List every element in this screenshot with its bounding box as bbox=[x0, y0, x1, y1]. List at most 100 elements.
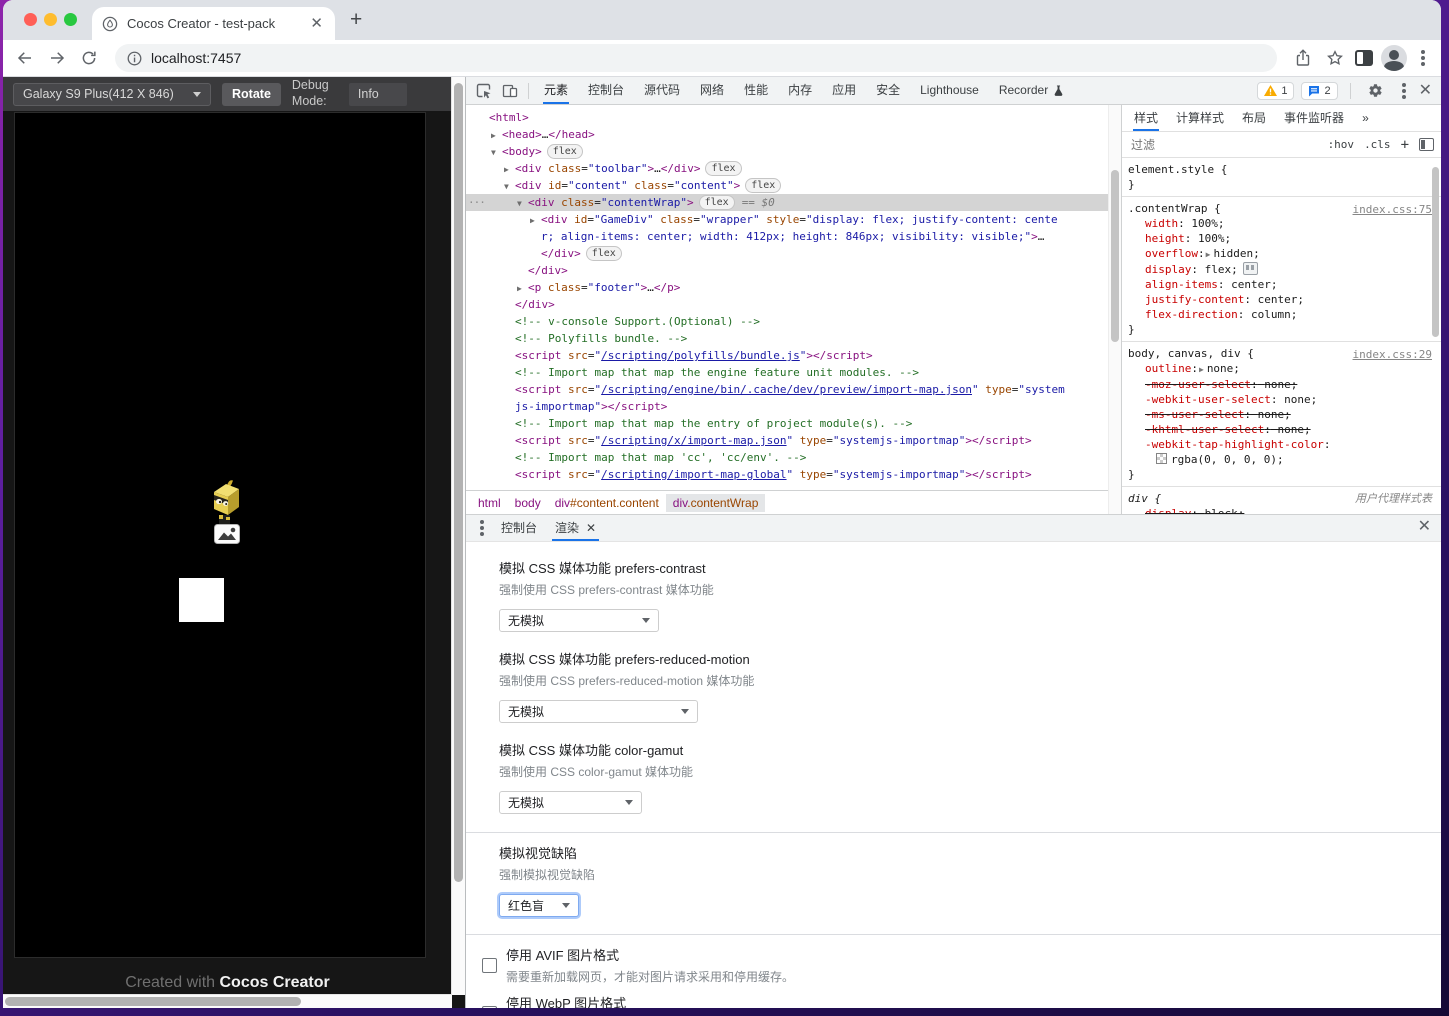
expander-icon[interactable]: ▶ bbox=[517, 280, 528, 297]
more-actions-icon[interactable]: ··· bbox=[468, 194, 486, 211]
styles-tab-1[interactable]: 计算样式 bbox=[1167, 105, 1233, 131]
dom-tree-line[interactable]: </div> flex bbox=[466, 245, 1121, 262]
settings-gear-icon[interactable] bbox=[1363, 78, 1389, 104]
dom-tree-line[interactable]: <script src="/scripting/polyfills/bundle… bbox=[466, 347, 1121, 364]
dom-tree-line[interactable]: <script src="/scripting/x/import-map.jso… bbox=[466, 432, 1121, 449]
dom-tree-line[interactable]: <script src="/scripting/import-map-globa… bbox=[466, 466, 1121, 483]
code-token[interactable]: /scripting/import-map-global bbox=[601, 468, 786, 481]
devtools-tab-3[interactable]: 网络 bbox=[690, 77, 734, 104]
dom-tree-line[interactable]: </div> bbox=[466, 296, 1121, 313]
tab-close-icon[interactable]: ✕ bbox=[586, 515, 596, 541]
devtools-menu-icon[interactable] bbox=[1401, 82, 1406, 99]
style-selector[interactable]: element.style { bbox=[1128, 162, 1433, 177]
site-info-icon[interactable] bbox=[127, 51, 142, 66]
devtools-tab-6[interactable]: 应用 bbox=[822, 77, 866, 104]
device-toolbar-icon[interactable] bbox=[497, 78, 523, 104]
flex-badge[interactable]: flex bbox=[546, 144, 583, 159]
page-vertical-scrollbar[interactable] bbox=[451, 77, 465, 995]
scrollbar-thumb[interactable] bbox=[454, 83, 463, 882]
expand-arrow-icon[interactable]: ▶ bbox=[1206, 247, 1211, 262]
back-button[interactable] bbox=[13, 46, 37, 70]
dom-tree-line[interactable]: ▶ <head>…</head> bbox=[466, 126, 1121, 143]
url-text[interactable]: localhost:7457 bbox=[151, 50, 241, 66]
dom-tree-line[interactable]: r; align-items: center; width: 412px; he… bbox=[466, 228, 1121, 245]
breadcrumb-item[interactable]: body bbox=[508, 494, 548, 512]
device-select[interactable]: Galaxy S9 Plus(412 X 846) bbox=[13, 82, 211, 106]
devtools-tab-5[interactable]: 内存 bbox=[778, 77, 822, 104]
devtools-tab-0[interactable]: 元素 bbox=[534, 77, 578, 104]
dom-tree-line[interactable]: ▼ <div id="content" class="content"> flex bbox=[466, 177, 1121, 194]
bookmark-star-icon[interactable] bbox=[1323, 46, 1347, 70]
code-token[interactable]: /scripting/x/import-map.json bbox=[601, 434, 786, 447]
dom-tree-line[interactable]: js-importmap"></script> bbox=[466, 398, 1121, 415]
dom-tree-line[interactable]: ▶ <p class="footer">…</p> bbox=[466, 279, 1121, 296]
scrollbar-thumb[interactable] bbox=[5, 997, 301, 1006]
dom-tree-line[interactable]: <!-- Import map that map the engine feat… bbox=[466, 364, 1121, 381]
dom-tree-line[interactable]: <!-- Import map that map the entry of pr… bbox=[466, 415, 1121, 432]
toggle-class-button[interactable]: .cls bbox=[1364, 138, 1391, 151]
drawer-close-icon[interactable]: ✕ bbox=[1418, 519, 1431, 535]
dom-tree-line[interactable]: <!-- Polyfills bundle. --> bbox=[466, 330, 1121, 347]
css-property[interactable]: -ms-user-select: none; bbox=[1128, 407, 1433, 422]
browser-menu-icon[interactable] bbox=[1421, 50, 1425, 66]
scrollbar-thumb[interactable] bbox=[1432, 167, 1439, 337]
css-property[interactable]: -webkit-tap-highlight-color: bbox=[1128, 437, 1433, 452]
elements-scrollbar[interactable] bbox=[1108, 105, 1121, 514]
flex-badge[interactable]: flex bbox=[745, 178, 782, 193]
devtools-tab-7[interactable]: 安全 bbox=[866, 77, 910, 104]
css-property[interactable]: -moz-user-select: none; bbox=[1128, 377, 1433, 392]
flex-editor-icon[interactable] bbox=[1242, 262, 1258, 275]
expander-icon[interactable]: ▶ bbox=[504, 161, 515, 178]
address-bar[interactable]: localhost:7457 bbox=[115, 44, 1277, 72]
devtools-tab-2[interactable]: 源代码 bbox=[634, 77, 690, 104]
rotate-button[interactable]: Rotate bbox=[222, 82, 281, 106]
dom-tree-line[interactable]: ▶ <div class="toolbar">…</div> flex bbox=[466, 160, 1121, 177]
browser-tab[interactable]: Cocos Creator - test-pack ✕ bbox=[92, 7, 335, 40]
styles-tab-2[interactable]: 布局 bbox=[1233, 105, 1275, 131]
code-token[interactable]: /scripting/engine/bin/.cache/dev/preview… bbox=[601, 383, 972, 396]
code-token[interactable]: /scripting/polyfills/bundle.js bbox=[601, 349, 800, 362]
css-property[interactable]: justify-content: center; bbox=[1128, 292, 1433, 307]
warnings-badge[interactable]: 1 bbox=[1257, 81, 1295, 100]
minimize-window-button[interactable] bbox=[44, 13, 57, 26]
flex-badge[interactable]: flex bbox=[585, 246, 622, 261]
styles-scrollbar[interactable] bbox=[1430, 159, 1441, 514]
css-property[interactable]: height: 100%; bbox=[1128, 231, 1433, 246]
emulation-select-2[interactable]: 无模拟 bbox=[499, 791, 642, 814]
inspect-element-icon[interactable] bbox=[471, 78, 497, 104]
expand-arrow-icon[interactable]: ▶ bbox=[1199, 362, 1204, 377]
css-property[interactable]: align-items: center; bbox=[1128, 277, 1433, 292]
devtools-tab-4[interactable]: 性能 bbox=[734, 77, 778, 104]
profile-avatar[interactable] bbox=[1381, 45, 1407, 71]
dom-tree-line[interactable]: </div> bbox=[466, 262, 1121, 279]
scrollbar-thumb[interactable] bbox=[1111, 170, 1119, 343]
drawer-tab-1[interactable]: 渲染 ✕ bbox=[546, 515, 605, 541]
game-canvas[interactable] bbox=[14, 112, 426, 958]
styles-tab-0[interactable]: 样式 bbox=[1125, 105, 1167, 131]
expander-icon[interactable]: ▶ bbox=[491, 127, 502, 144]
color-swatch[interactable] bbox=[1156, 453, 1167, 464]
dom-tree-line[interactable]: ··· ▼ <div class="contentWrap"> flex == $0 bbox=[466, 194, 1121, 211]
checkbox[interactable] bbox=[482, 1006, 497, 1008]
page-horizontal-scrollbar[interactable] bbox=[3, 994, 452, 1008]
maximize-window-button[interactable] bbox=[64, 13, 77, 26]
messages-badge[interactable]: 2 bbox=[1301, 81, 1338, 100]
css-property[interactable]: overflow:▶ hidden; bbox=[1128, 246, 1433, 262]
tab-close-icon[interactable]: ✕ bbox=[308, 16, 325, 31]
css-property[interactable]: -webkit-user-select: none; bbox=[1128, 392, 1433, 407]
dom-tree-line[interactable]: <!-- Import map that map 'cc', 'cc/env'.… bbox=[466, 449, 1121, 466]
devtools-close-icon[interactable]: ✕ bbox=[1419, 82, 1432, 99]
expander-icon[interactable]: ▼ bbox=[517, 195, 528, 212]
styles-tab-4[interactable]: » bbox=[1353, 105, 1378, 131]
close-window-button[interactable] bbox=[24, 13, 37, 26]
devtools-tab-8[interactable]: Lighthouse bbox=[910, 77, 989, 104]
css-property[interactable]: outline:▶ none; bbox=[1128, 361, 1433, 377]
side-panel-icon[interactable] bbox=[1355, 50, 1373, 66]
expander-icon[interactable]: ▶ bbox=[530, 212, 541, 229]
reload-button[interactable] bbox=[77, 46, 101, 70]
info-button[interactable]: Info bbox=[348, 82, 407, 106]
styles-tab-3[interactable]: 事件监听器 bbox=[1275, 105, 1353, 131]
dom-tree-line[interactable]: ▼ <body> flex bbox=[466, 143, 1121, 160]
breadcrumb-item[interactable]: div.contentWrap bbox=[665, 493, 766, 512]
expander-icon[interactable]: ▼ bbox=[491, 144, 502, 161]
